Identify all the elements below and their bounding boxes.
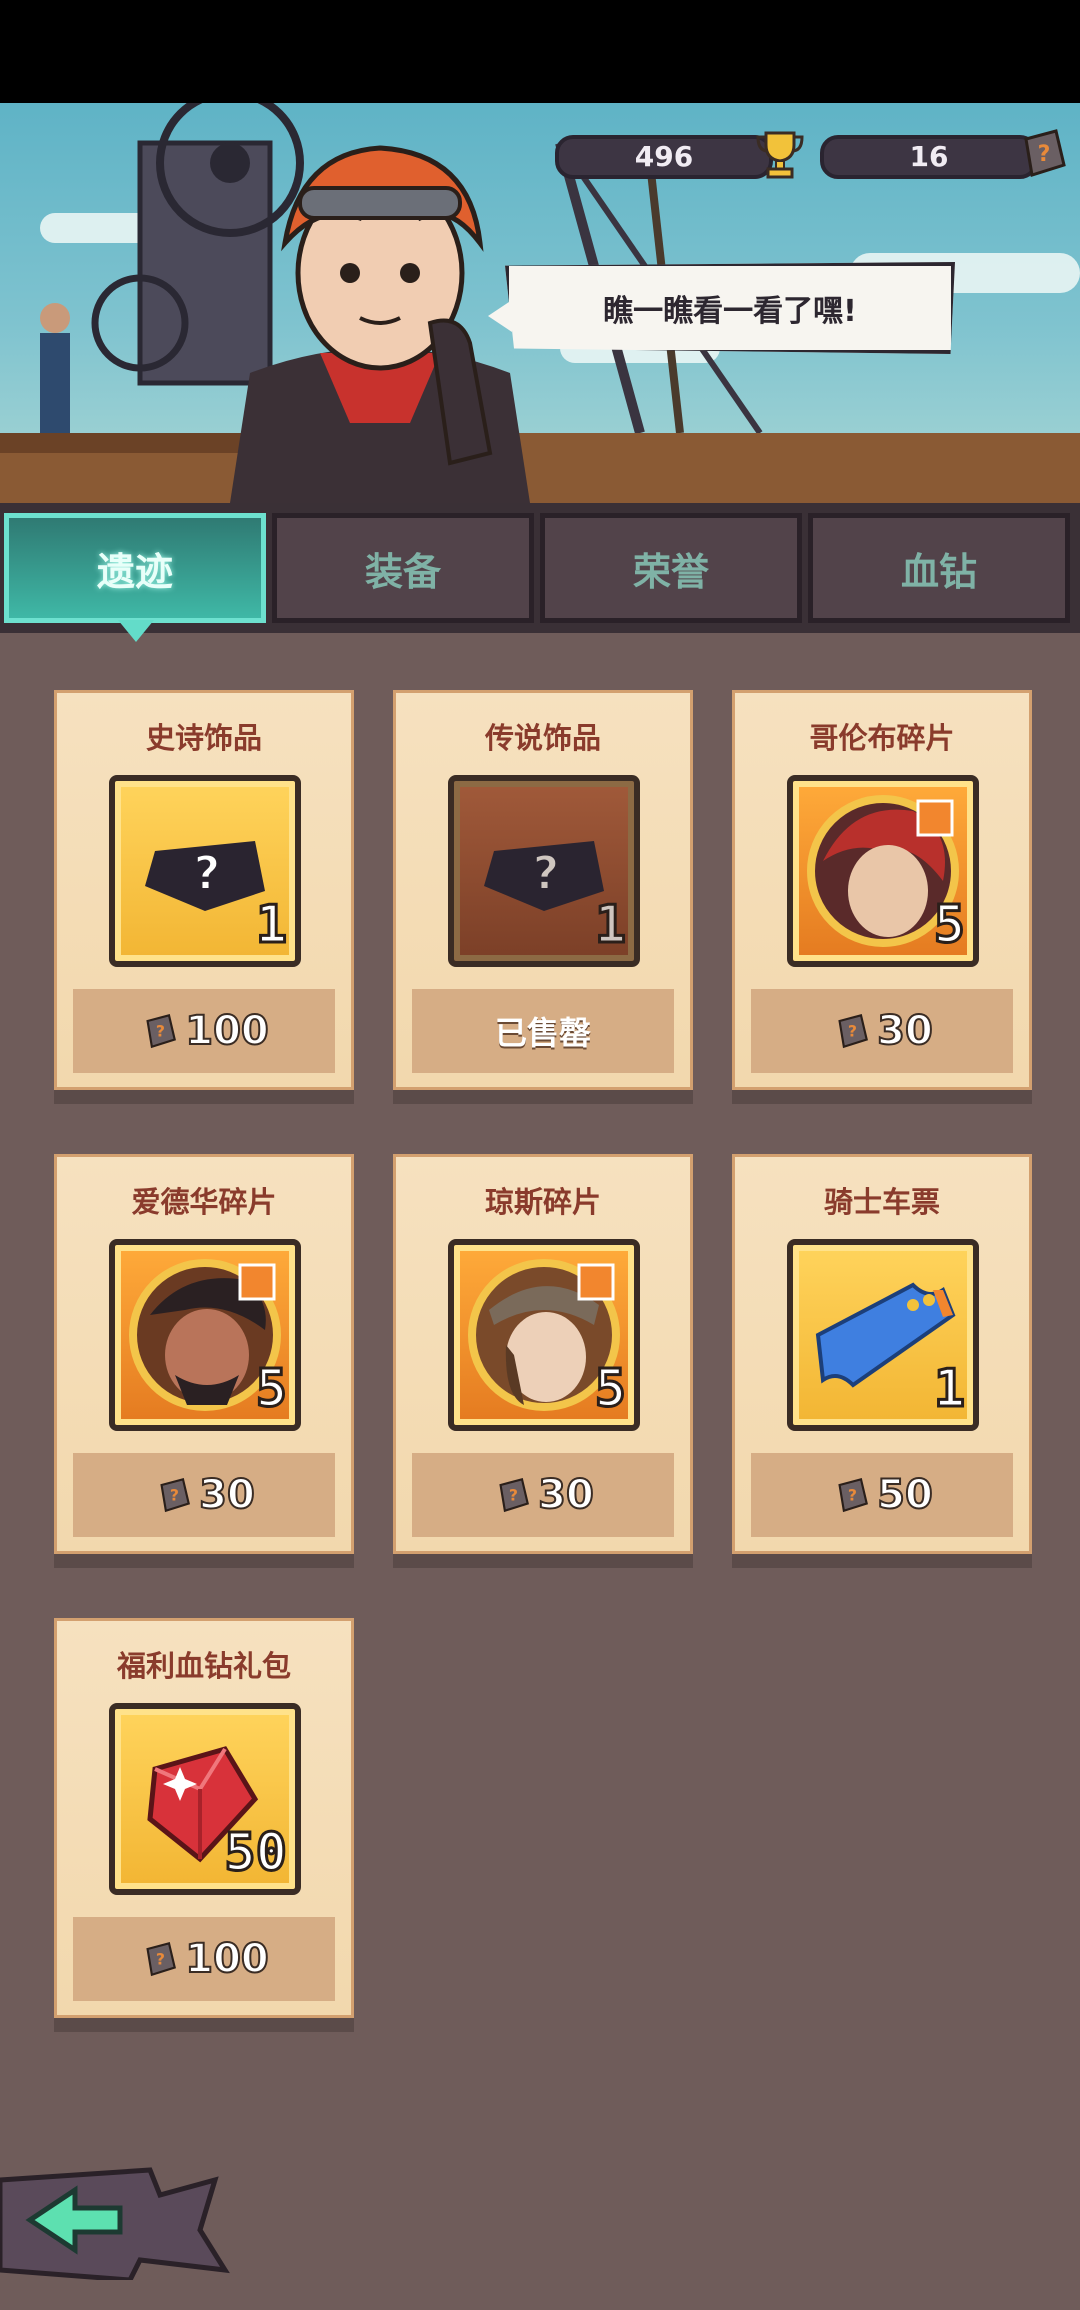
status-bar (0, 0, 1080, 103)
item-icon-frame: 50 (109, 1703, 301, 1895)
npc-speech-text: 瞧一瞧看一看了嘿! (603, 294, 857, 329)
svg-text:?: ? (848, 1022, 857, 1041)
item-price: 已售罄 (494, 1014, 591, 1052)
item-quantity: 1 (593, 894, 627, 957)
relic-coin-icon: ? (499, 1477, 530, 1513)
svg-text:?: ? (194, 846, 221, 900)
relic-coin-icon: ? (146, 1941, 177, 1977)
item-title: 福利血钻礼包 (116, 1649, 291, 1683)
shop-item-card[interactable]: 爱德华碎片 5 ? 30 (54, 1154, 354, 1554)
item-icon-frame: 1 (787, 1239, 979, 1431)
item-price: 50 (876, 1471, 934, 1519)
svg-text:?: ? (509, 1486, 518, 1505)
shop-item-card[interactable]: 史诗饰品 ? 1 ? 100 (54, 690, 354, 1090)
item-icon-frame: 5 (787, 775, 979, 967)
svg-text:?: ? (848, 1486, 857, 1505)
relic-coin-icon: ? (160, 1477, 191, 1513)
relic-coin-icon: ? (146, 1013, 177, 1049)
price-button[interactable]: ? 100 (73, 989, 335, 1073)
price-button[interactable]: ? 100 (73, 1917, 335, 2001)
relic-coin-icon: ? (838, 1013, 869, 1049)
svg-text:?: ? (533, 846, 560, 900)
item-icon-frame: 5 (109, 1239, 301, 1431)
tab-equipment-label: 装备 (364, 549, 441, 594)
speech-tail (488, 300, 512, 332)
shop-item-card[interactable]: 骑士车票 1 ? 50 (732, 1154, 1032, 1554)
shop-item-card[interactable]: 传说饰品 ? 1 已售罄 (393, 690, 693, 1090)
active-tab-pointer (118, 620, 154, 642)
item-icon-frame: ? 1 (448, 775, 640, 967)
price-button[interactable]: ? 50 (751, 1453, 1013, 1537)
item-quantity: 1 (932, 1358, 966, 1421)
shop-item-card[interactable]: 哥伦布碎片 5 ? 30 (732, 690, 1032, 1090)
tab-blood-diamond-label: 血钻 (900, 549, 977, 594)
trophy-icon (756, 131, 804, 179)
item-quantity: 5 (932, 894, 966, 957)
item-icon-frame: 5 (448, 1239, 640, 1431)
item-quantity: 50 (223, 1822, 289, 1885)
relic-coin-icon: ? (838, 1477, 869, 1513)
item-title: 骑士车票 (823, 1185, 940, 1219)
item-price: 100 (184, 1007, 269, 1055)
trophy-counter: 496 (555, 135, 773, 179)
svg-text:?: ? (156, 1950, 165, 1969)
item-title: 爱德华碎片 (131, 1185, 277, 1219)
tab-honor-label: 荣誉 (632, 549, 709, 594)
shop-item-card[interactable]: 琼斯碎片 5 ? 30 (393, 1154, 693, 1554)
shop-tab-bar: 遗迹 装备 荣誉 血钻 (0, 503, 1080, 633)
shop-item-card[interactable]: 福利血钻礼包 50 ? 100 (54, 1618, 354, 2018)
item-price: 30 (537, 1471, 595, 1519)
back-button[interactable] (0, 2160, 230, 2280)
item-price: 30 (876, 1007, 934, 1055)
trophy-count: 496 (634, 140, 694, 173)
tab-honor[interactable]: 荣誉 (540, 513, 802, 623)
item-quantity: 1 (254, 894, 288, 957)
npc-speech-bubble: 瞧一瞧看一看了嘿! (505, 262, 955, 354)
svg-text:?: ? (1038, 142, 1051, 167)
svg-text:?: ? (156, 1022, 165, 1041)
item-title: 琼斯碎片 (484, 1185, 601, 1219)
item-price: 30 (198, 1471, 256, 1519)
relic-coin-icon: ? (1024, 129, 1066, 177)
item-icon-frame: ? 1 (109, 775, 301, 967)
tab-equipment[interactable]: 装备 (272, 513, 534, 623)
item-quantity: 5 (593, 1358, 627, 1421)
svg-text:?: ? (170, 1486, 179, 1505)
tab-blood-diamond[interactable]: 血钻 (808, 513, 1070, 623)
relic-coin-counter: 16 (820, 135, 1038, 179)
tab-relics[interactable]: 遗迹 (4, 513, 266, 623)
relic-coin-count: 16 (909, 140, 949, 173)
tab-relics-label: 遗迹 (96, 549, 173, 594)
item-title: 哥伦布碎片 (809, 721, 955, 755)
price-button[interactable]: ? 30 (73, 1453, 335, 1537)
price-button[interactable]: ? 30 (412, 1453, 674, 1537)
price-button[interactable]: ? 30 (751, 989, 1013, 1073)
sold-out-label: 已售罄 (412, 989, 674, 1073)
item-price: 100 (184, 1935, 269, 1983)
item-title: 史诗饰品 (145, 721, 262, 755)
item-quantity: 5 (254, 1358, 288, 1421)
item-title: 传说饰品 (484, 721, 601, 755)
